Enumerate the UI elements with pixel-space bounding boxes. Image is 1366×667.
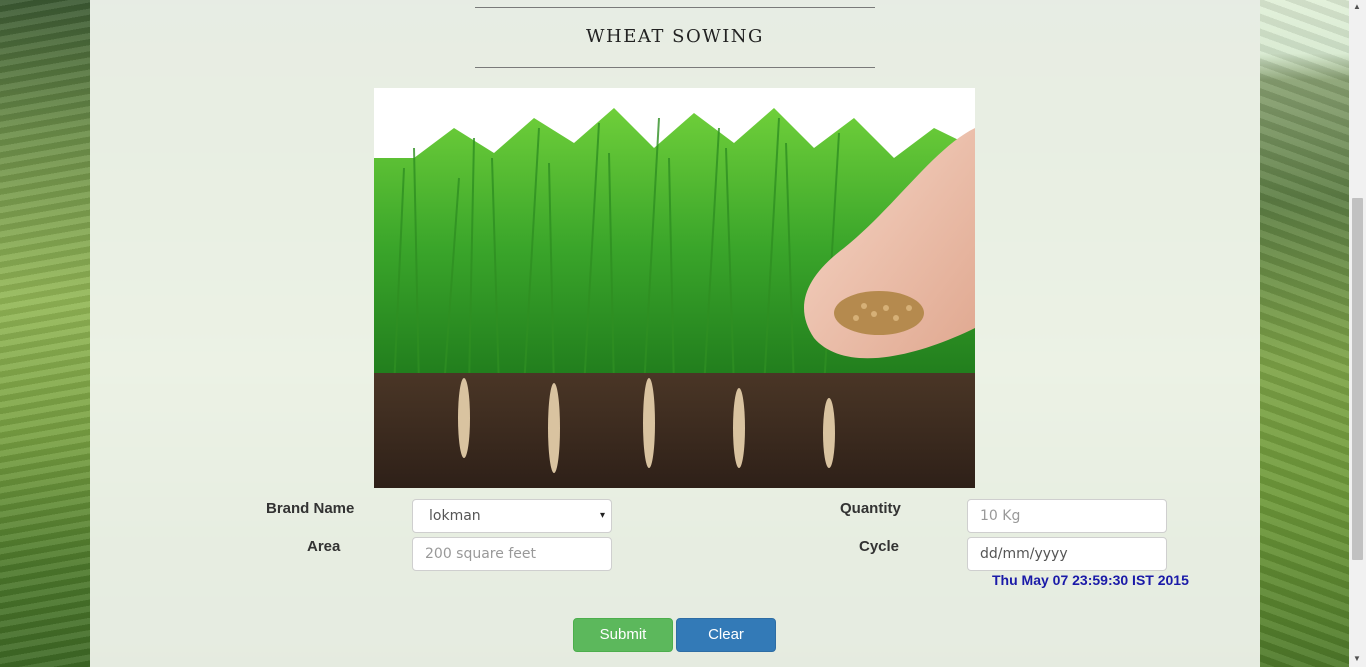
area-label: Area [307,538,341,555]
brand-name-value: lokman [429,508,481,524]
wheat-sowing-photo [374,88,975,488]
brand-name-select[interactable]: lokman ▾ [412,499,612,533]
chevron-down-icon: ▾ [599,510,605,521]
cycle-label: Cycle [859,538,900,555]
server-datestamp: Thu May 07 23:59:30 IST 2015 [992,572,1189,588]
area-input[interactable]: 200 square feet [412,537,612,571]
cycle-placeholder: dd/mm/yyyy [980,546,1068,562]
clear-button[interactable]: Clear [676,618,776,652]
page-title: WHEAT SOWING [586,26,764,47]
vertical-scrollbar[interactable]: ▲ ▼ [1349,0,1366,667]
seedling-hand-illustration [374,88,975,488]
brand-name-label: Brand Name [266,500,355,517]
scroll-up-icon[interactable]: ▲ [1353,2,1361,11]
quantity-input[interactable]: 10 Kg [967,499,1167,533]
title-rule-top [475,7,875,8]
title-rule-bottom [475,67,875,68]
quantity-placeholder: 10 Kg [980,508,1021,524]
scrollbar-thumb[interactable] [1352,198,1363,560]
submit-button[interactable]: Submit [573,618,673,652]
quantity-label: Quantity [840,500,901,517]
cycle-date-input[interactable]: dd/mm/yyyy [967,537,1167,571]
scroll-down-icon[interactable]: ▼ [1353,654,1361,663]
area-placeholder: 200 square feet [425,546,536,562]
background-landscape-left [0,0,90,667]
